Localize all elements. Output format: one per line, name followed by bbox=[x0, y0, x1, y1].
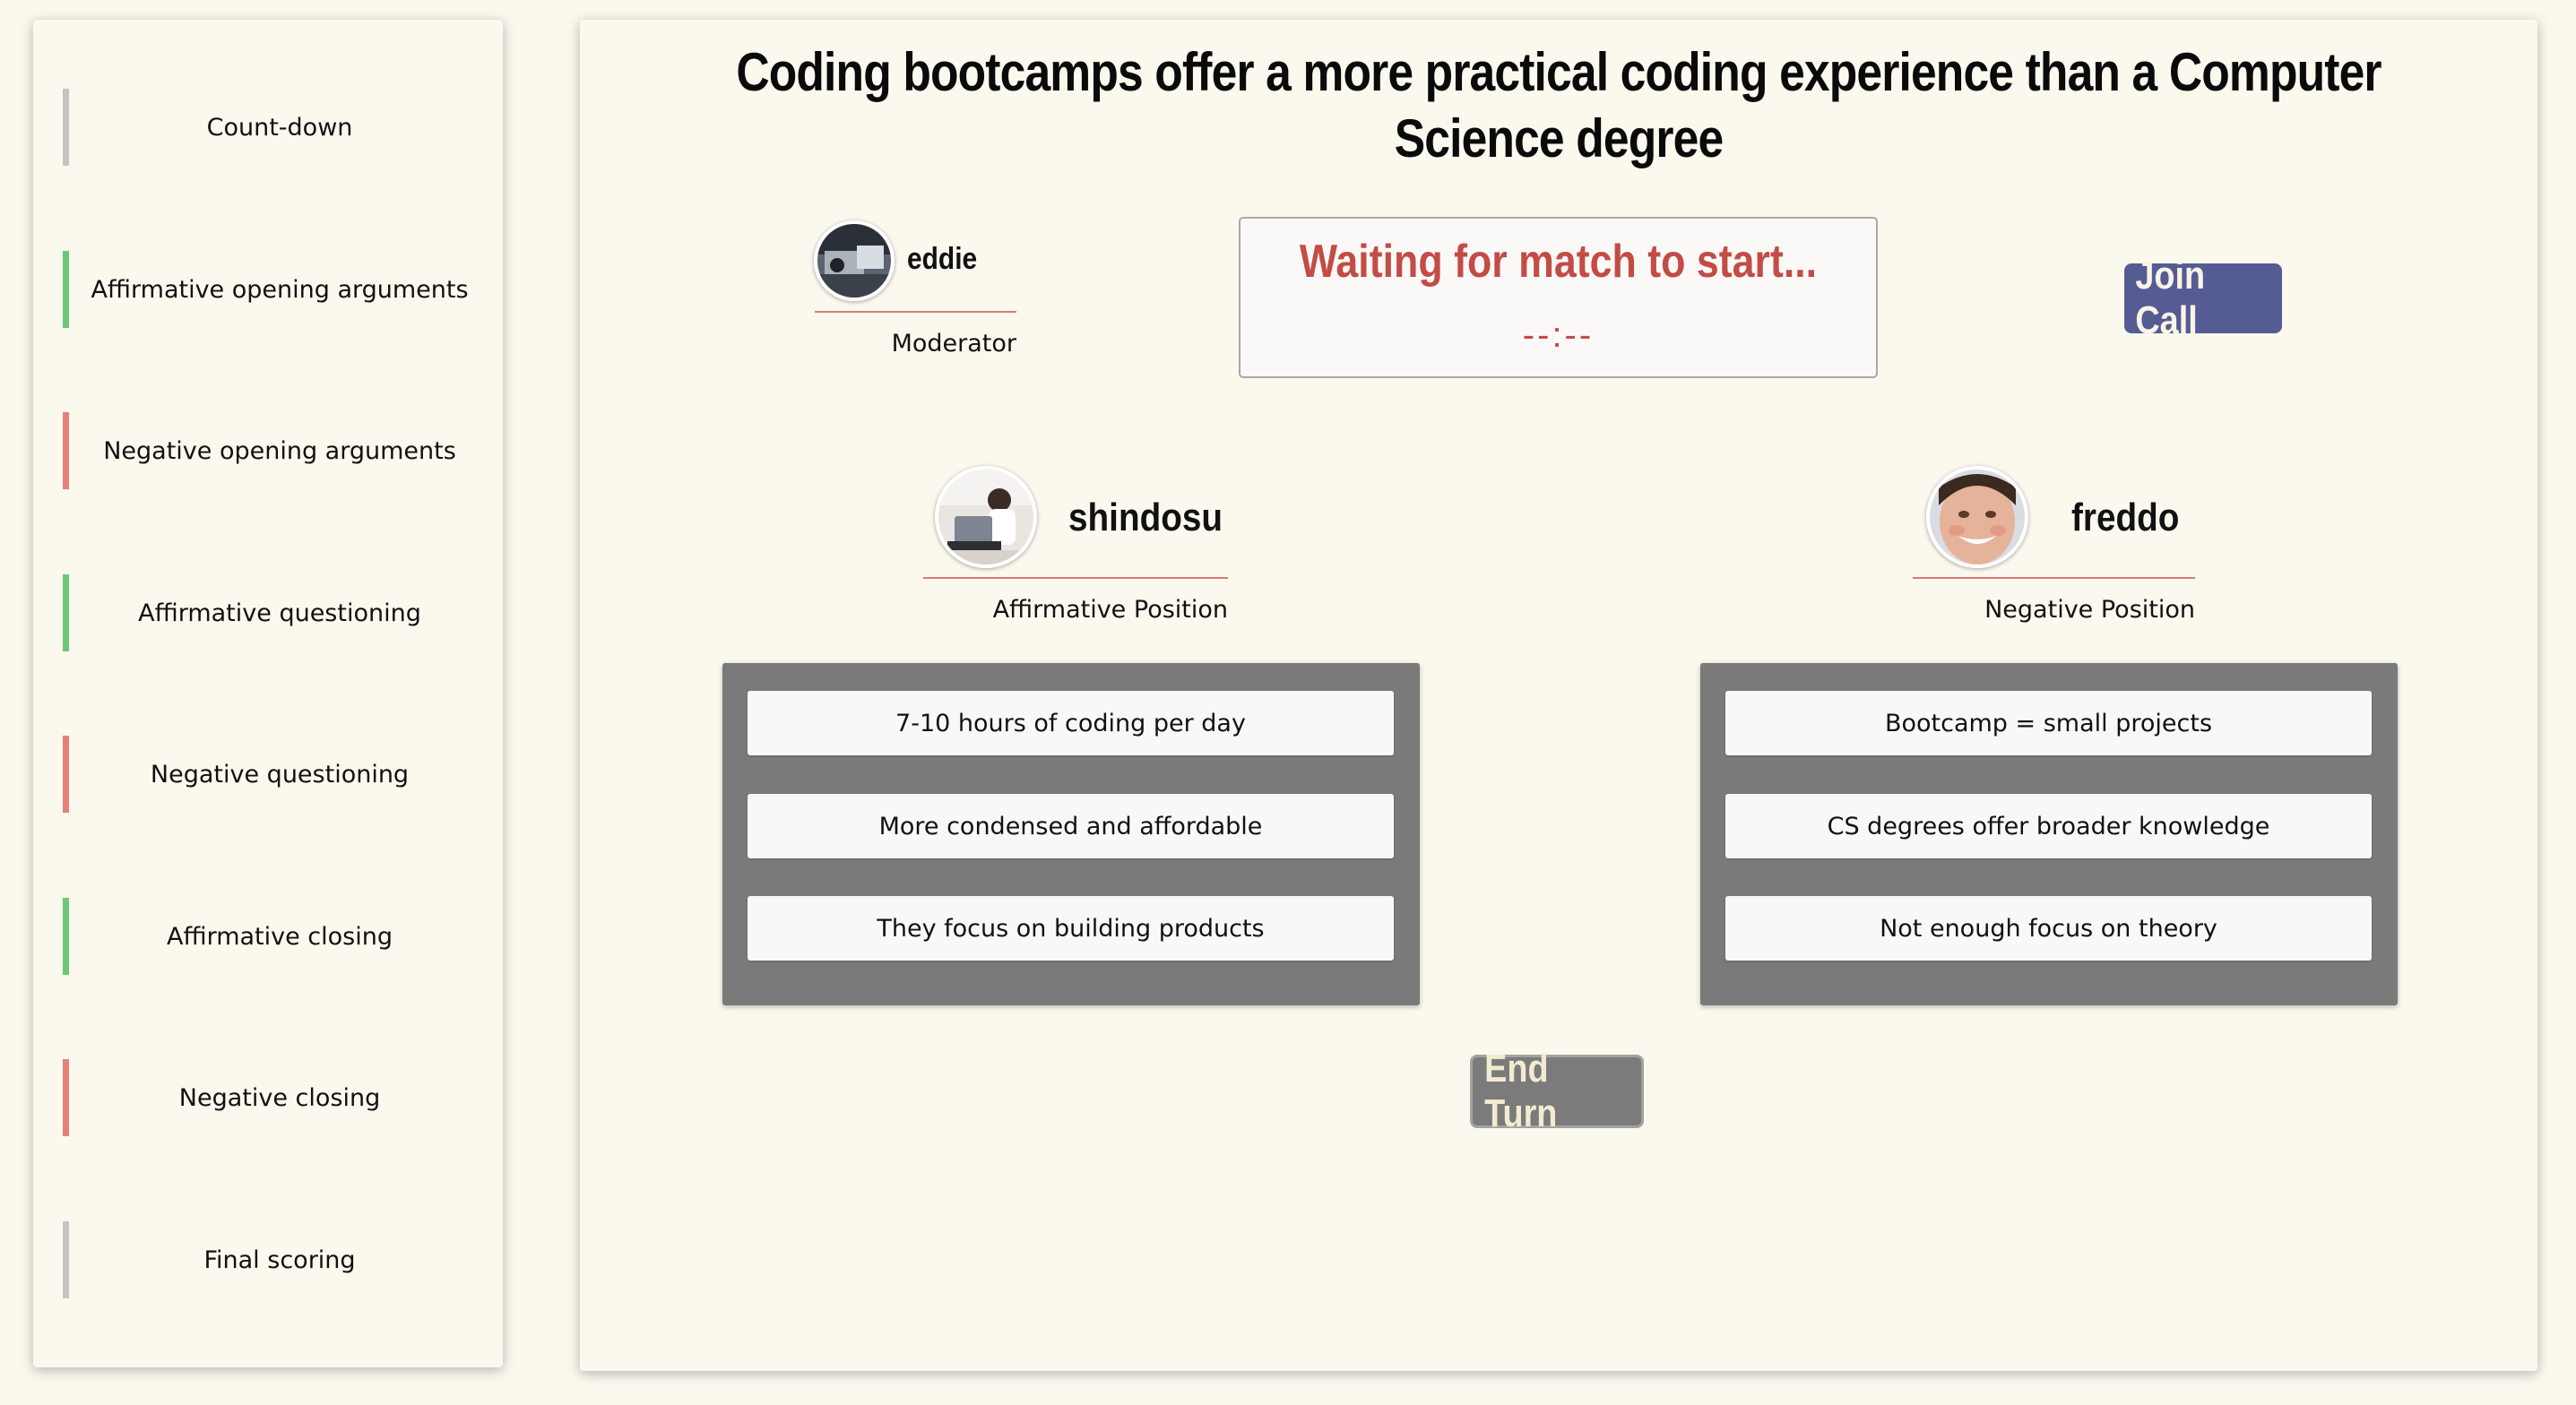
phase-final-scoring[interactable]: Final scoring bbox=[63, 1221, 490, 1298]
moderator-photo bbox=[817, 224, 891, 297]
end-turn-button[interactable]: End Turn bbox=[1470, 1047, 1644, 1135]
affirmative-avatar bbox=[935, 466, 1037, 568]
phase-affirmative-questioning[interactable]: Affirmative questioning bbox=[63, 574, 490, 651]
match-status-box: Waiting for match to start... --:-- bbox=[1239, 217, 1878, 378]
moderator-name: eddie bbox=[907, 242, 978, 276]
affirmative-argument[interactable]: 7-10 hours of coding per day bbox=[748, 691, 1394, 755]
affirmative-divider bbox=[923, 577, 1228, 579]
affirmative-argument[interactable]: More condensed and affordable bbox=[748, 794, 1394, 858]
phase-negative-closing[interactable]: Negative closing bbox=[63, 1059, 490, 1136]
negative-argument[interactable]: Not enough focus on theory bbox=[1725, 896, 2372, 961]
debate-main-panel: Coding bootcamps offer a more practical … bbox=[580, 20, 2537, 1371]
affirmative-role: Affirmative Position bbox=[992, 596, 1228, 624]
debate-title: Coding bootcamps offer a more practical … bbox=[736, 42, 2382, 168]
affirmative-name: shindosu bbox=[1068, 496, 1223, 539]
affirmative-arguments-panel: 7-10 hours of coding per day More conden… bbox=[722, 663, 1420, 1005]
join-call-button[interactable]: Join Call bbox=[2124, 254, 2282, 342]
negative-name: freddo bbox=[2071, 496, 2180, 539]
moderator-divider bbox=[815, 311, 1016, 313]
join-call-label: Join Call bbox=[2135, 254, 2206, 342]
phase-negative-questioning[interactable]: Negative questioning bbox=[63, 736, 490, 813]
negative-argument[interactable]: Bootcamp = small projects bbox=[1725, 691, 2372, 755]
negative-divider bbox=[1913, 577, 2195, 579]
moderator-role: Moderator bbox=[891, 330, 1016, 358]
negative-argument[interactable]: CS degrees offer broader knowledge bbox=[1725, 794, 2372, 858]
phase-negative-opening[interactable]: Negative opening arguments bbox=[63, 412, 490, 489]
phase-affirmative-opening[interactable]: Affirmative opening arguments bbox=[63, 251, 490, 328]
negative-photo bbox=[1930, 470, 2025, 565]
negative-role: Negative Position bbox=[1984, 596, 2195, 624]
negative-arguments-panel: Bootcamp = small projects CS degrees off… bbox=[1700, 663, 2398, 1005]
phase-sidebar: Count-down Affirmative opening arguments… bbox=[33, 20, 503, 1367]
phase-affirmative-closing[interactable]: Affirmative closing bbox=[63, 898, 490, 975]
phase-countdown[interactable]: Count-down bbox=[63, 89, 490, 166]
end-turn-label: End Turn bbox=[1484, 1047, 1558, 1135]
negative-avatar bbox=[1926, 466, 2028, 568]
affirmative-argument[interactable]: They focus on building products bbox=[748, 896, 1394, 961]
affirmative-photo bbox=[938, 470, 1033, 565]
match-timer: --:-- bbox=[1522, 315, 1595, 355]
moderator-avatar bbox=[814, 220, 895, 301]
match-status-text: Waiting for match to start... bbox=[1299, 236, 1818, 288]
